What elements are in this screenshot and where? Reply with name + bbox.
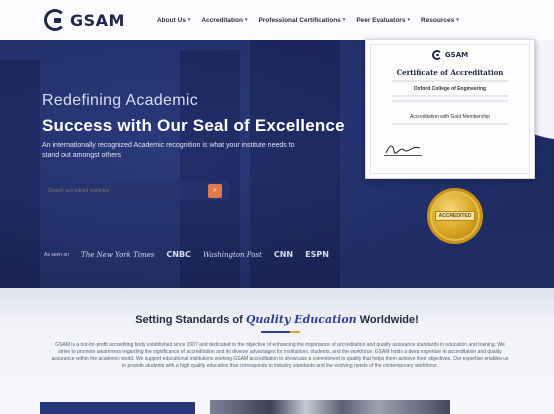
site-header: GSAM About Us ▾ Accreditation ▾ Profession… [0,0,554,40]
nav-label: Accreditation [201,16,243,24]
search-button[interactable]: ⌕ [208,183,222,198]
main-nav: About Us ▾ Accreditation ▾ Professional Ce… [157,17,459,24]
nav-label: Resources [420,16,455,24]
section-divider-accent [290,331,300,333]
search-input[interactable] [48,187,208,194]
hero-headline: Success with Our Seal of Excellence [42,116,345,135]
section-paragraph: GSAM is a not-for-profit accrediting bod… [51,342,509,369]
nav-item-peer-evaluators[interactable]: Peer Evaluators ▾ [356,17,410,24]
certificate-card: GSAM Certificate of Accreditation Oxford… [365,39,535,179]
press-logo-cnbc: CNBC [166,250,191,259]
signature [384,142,422,156]
nav-item-professional-certifications[interactable]: Professional Certifications ▾ [258,17,345,24]
press-logo-cnn: CNN [273,250,294,259]
nav-item-resources[interactable]: Resources ▾ [421,17,459,24]
logo-text: GSAM [70,10,125,30]
nav-label: Peer Evaluators [356,16,406,24]
section-title: Setting Standards of Quality Education W… [0,313,554,326]
press-logos: As seen on The New York Times CNBC Washi… [44,250,329,259]
hero-subhead: An internationally recognized Academic r… [42,142,295,159]
photo-strip [210,400,450,414]
chevron-down-icon: ▾ [187,17,191,23]
nav-label: About Us [156,16,186,24]
hero-eyebrow: Redefining Academic [42,92,199,109]
search-icon: ⌕ [213,186,217,194]
section-title-suffix: Worldwide! [359,314,419,326]
site-logo[interactable]: GSAM [44,9,125,31]
institute-search: ⌕ [40,181,230,200]
press-label: As seen on [44,251,70,258]
section-title-prefix: Setting Standards of [135,314,243,326]
chevron-down-icon: ▾ [456,17,459,23]
nav-label: Professional Certifications [258,16,341,24]
nav-item-accreditation[interactable]: Accreditation ▾ [201,17,247,24]
section-title-emphasis: Quality Education [245,313,357,326]
chevron-down-icon: ▾ [342,17,346,23]
press-logo-washington-post: Washington Post [202,250,262,259]
seal-text: ACCREDITED [434,211,476,221]
accredited-seal: ACCREDITED [427,188,483,244]
chevron-down-icon: ▾ [407,17,410,23]
logo-mark-icon [44,9,66,31]
logo-mark-icon [431,50,442,60]
press-logo-nyt: The New York Times [81,250,155,259]
nav-item-about-us[interactable]: About Us ▾ [157,17,190,24]
page: GSAM About Us ▾ Accreditation ▾ Profession… [0,0,554,414]
press-logo-espn: ESPN [305,250,329,259]
bottom-card [40,402,195,414]
chevron-down-icon: ▾ [244,17,248,23]
